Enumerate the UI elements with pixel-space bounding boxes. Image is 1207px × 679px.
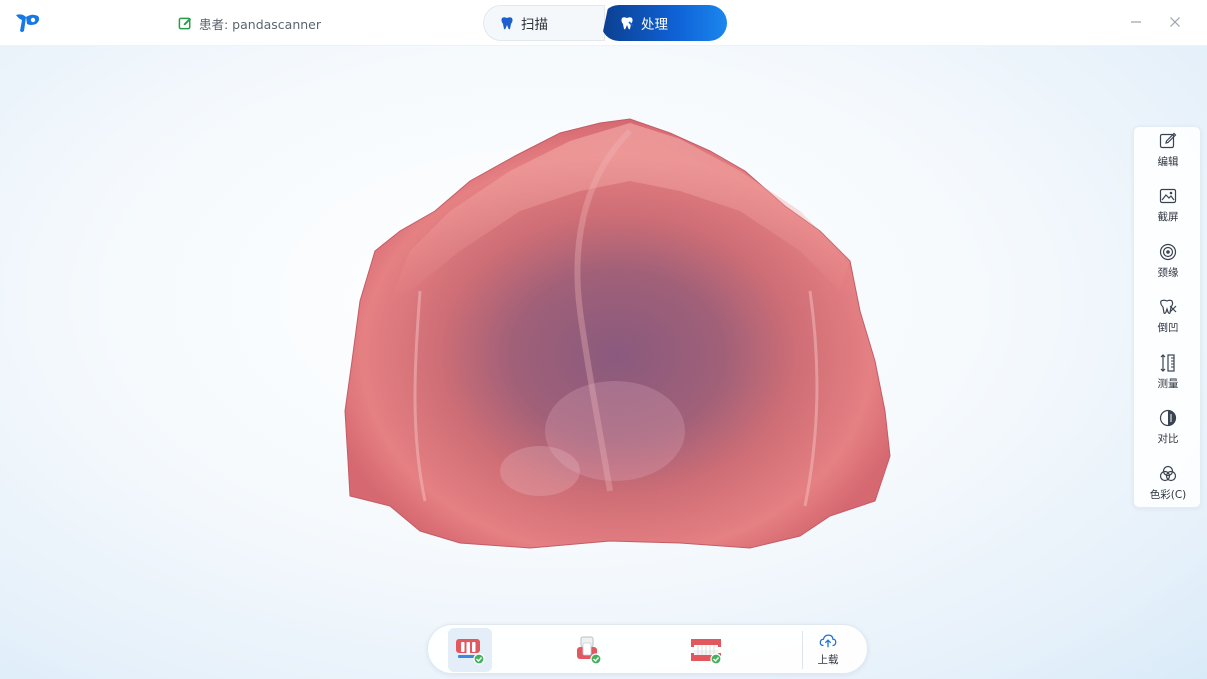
tab-scan[interactable]: 扫描 — [483, 5, 605, 41]
color-icon — [1159, 465, 1177, 482]
upload-label: 上载 — [817, 654, 839, 666]
patient-label: 患者: pandascanner — [199, 17, 322, 32]
tab-process-label: 处理 — [641, 17, 668, 33]
tool-compare-label: 对比 — [1157, 433, 1179, 445]
tool-undercut-label: 倒凹 — [1157, 322, 1179, 334]
3d-viewport[interactable]: 编辑 截屏 颈缘 倒凹 测量 对比 色彩(C) 上载 — [0, 46, 1207, 679]
tool-measure-label: 测量 — [1157, 378, 1179, 390]
tool-edit-label: 编辑 — [1157, 156, 1179, 168]
compare-icon — [1159, 409, 1177, 427]
edit-icon — [1159, 132, 1177, 149]
tool-color-label: 色彩(C) — [1149, 489, 1187, 501]
tab-process[interactable]: 处理 — [601, 5, 727, 41]
tool-margin-line[interactable]: 颈缘 — [1134, 242, 1202, 292]
tab-scan-label: 扫描 — [521, 17, 548, 33]
tool-margin-line-label: 颈缘 — [1157, 267, 1179, 279]
upper-jaw-button[interactable] — [448, 628, 492, 672]
upload-button[interactable]: 上载 — [806, 629, 850, 671]
mode-tabs: 扫描 处理 — [483, 5, 727, 41]
minimize-icon — [1131, 21, 1141, 23]
minimize-button[interactable] — [1126, 12, 1146, 32]
tool-color[interactable]: 色彩(C) — [1134, 464, 1202, 514]
close-icon — [1170, 17, 1180, 27]
upper-jaw-icon — [456, 639, 485, 665]
upper-palate-scan[interactable] — [330, 111, 910, 561]
tool-undercut[interactable]: 倒凹 — [1134, 297, 1202, 347]
bite-icon — [691, 639, 722, 665]
tool-screenshot-label: 截屏 — [1157, 211, 1179, 223]
tool-screenshot[interactable]: 截屏 — [1134, 186, 1202, 236]
single-tooth-icon — [577, 636, 602, 665]
title-bar: 患者: pandascanner 扫描 处理 — [0, 0, 1207, 46]
undercut-icon — [1160, 299, 1177, 314]
tooth-scan-icon — [501, 17, 513, 30]
cloud-upload-icon — [819, 634, 837, 648]
bottom-bar-divider — [802, 631, 803, 669]
edit-patient-icon[interactable] — [178, 16, 193, 31]
right-toolbar: 编辑 截屏 颈缘 倒凹 测量 对比 色彩(C) — [1133, 126, 1201, 508]
screenshot-icon — [1159, 188, 1177, 204]
app-logo-icon — [16, 14, 40, 33]
margin-line-icon — [1159, 243, 1177, 261]
single-tooth-button[interactable] — [566, 628, 610, 672]
tool-edit[interactable]: 编辑 — [1134, 131, 1202, 181]
tool-measure[interactable]: 测量 — [1134, 353, 1202, 403]
tool-compare[interactable]: 对比 — [1134, 408, 1202, 458]
patient-info[interactable]: 患者: pandascanner — [178, 14, 321, 33]
measure-icon — [1160, 354, 1175, 372]
close-button[interactable] — [1165, 12, 1185, 32]
tooth-process-icon — [621, 17, 634, 30]
bottom-bar: 上载 — [427, 624, 868, 674]
bite-button[interactable] — [684, 628, 728, 672]
